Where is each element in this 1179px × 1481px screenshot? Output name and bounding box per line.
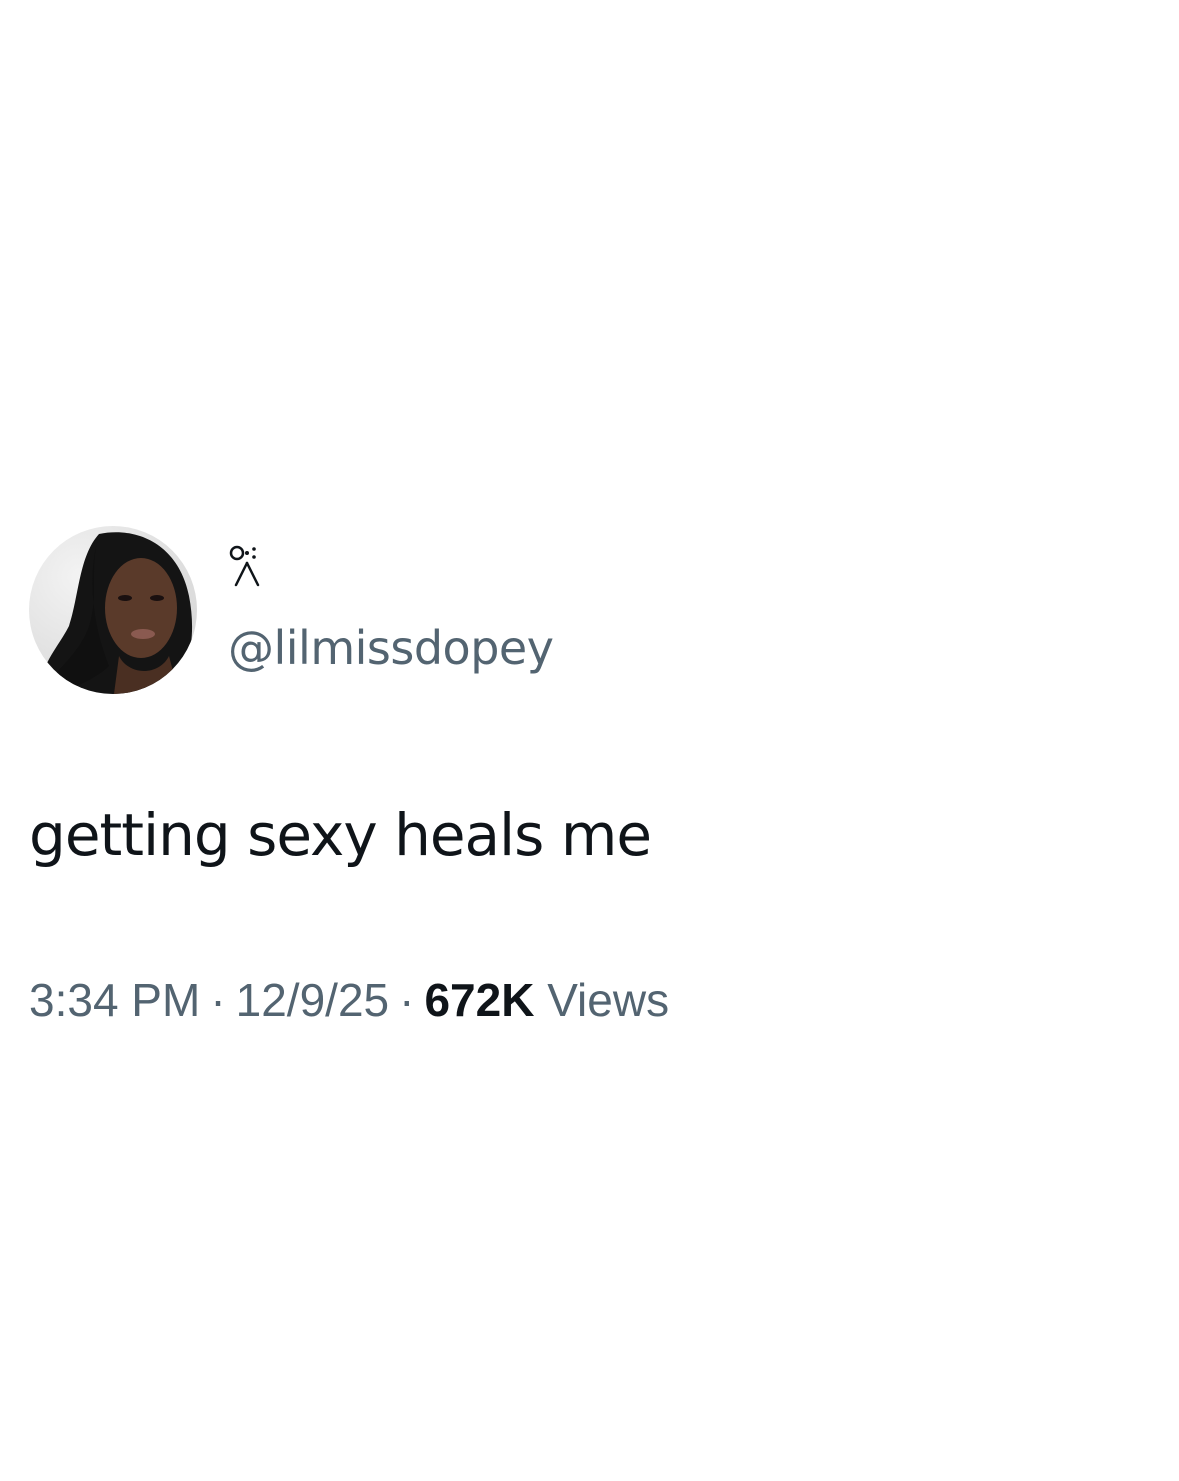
tweet-card: @lilmissdopey getting sexy heals me 3:34…: [0, 0, 1179, 1481]
views-count[interactable]: 672K: [424, 974, 534, 1026]
bow-emoji-icon: [229, 545, 260, 587]
avatar[interactable]: [29, 526, 197, 694]
author-handle[interactable]: @lilmissdopey: [228, 618, 554, 678]
tweet-time[interactable]: 3:34 PM: [29, 974, 200, 1026]
display-name-emoji[interactable]: [228, 543, 268, 593]
tweet-meta: 3:34 PM · 12/9/25 · 672K Views: [29, 968, 669, 1032]
views-label: Views: [547, 974, 670, 1026]
meta-separator: ·: [399, 974, 415, 1026]
avatar-photo-icon: [29, 526, 197, 694]
meta-separator: ·: [210, 974, 226, 1026]
tweet-date[interactable]: 12/9/25: [236, 974, 389, 1026]
tweet-text: getting sexy heals me: [29, 801, 652, 869]
